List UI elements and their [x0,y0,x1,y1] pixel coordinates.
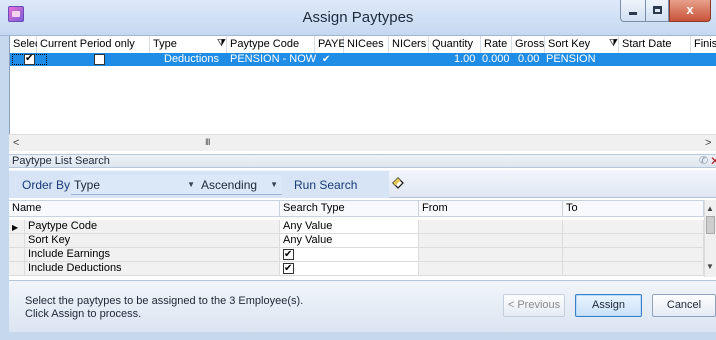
cell-gross: 0.00 [518,53,540,65]
close-panel-icon[interactable]: ✕ [710,155,716,168]
cell-paytype-code: PENSION - NOW [230,53,317,65]
instruction-text: Select the paytypes to be assigned to th… [25,295,304,307]
column-header-gross[interactable]: Gross [512,36,545,53]
criteria-from[interactable] [419,248,563,262]
chevron-down-icon: ▼ [270,180,278,189]
criteria-from[interactable] [419,234,563,248]
column-header-search-type[interactable]: Search Type [280,201,419,217]
column-header-paye[interactable]: PAYE [315,36,346,53]
criteria-search-type[interactable]: Any Value [280,220,419,234]
cell-sort-key: PENSION [546,53,596,65]
row-indicator [9,234,25,248]
column-header-type[interactable]: Type ⧩ [150,36,227,53]
dialog-footer: Select the paytypes to be assigned to th… [9,280,716,332]
filter-icon[interactable]: ⧩ [609,36,618,52]
column-header-rate[interactable]: Rate [481,36,512,53]
row-indicator: ▶ [9,220,25,234]
scroll-up-icon[interactable]: ▲ [706,204,714,213]
criteria-name: Sort Key [25,234,280,248]
criteria-to[interactable] [563,234,704,248]
cell-quantity: 1.00 [454,53,476,65]
column-header-sort-key[interactable]: Sort Key ⧩ [545,36,619,53]
column-header-quantity[interactable]: Quantity [429,36,481,53]
row-indicator [9,248,25,262]
criteria-name: Include Earnings [25,248,280,262]
pin-icon[interactable]: ✆ [699,155,708,168]
run-search-button[interactable]: Run Search [294,178,357,192]
column-header-name[interactable]: Name [9,201,280,217]
order-by-label: Order By [22,178,71,192]
include-deductions-checkbox[interactable] [283,262,294,275]
criteria-to[interactable] [563,220,704,234]
table-row[interactable]: ▶ Paytype Code Any Value [9,220,704,234]
include-earnings-checkbox[interactable] [283,248,294,261]
minimize-icon [629,12,637,15]
scroll-left-icon[interactable]: < [13,137,19,149]
table-row[interactable]: Deductions PENSION - NOW ✔ 1.00 0.000 0.… [10,53,716,66]
sort-direction-select[interactable]: Ascending ▼ [198,175,282,195]
row-indicator [9,262,25,276]
column-header-paytype-code[interactable]: Paytype Code [227,36,315,53]
title-bar: Assign Paytypes x [0,0,716,36]
paye-check-icon: ✔ [322,54,331,65]
toolbar-group: Order By Type ▼ Ascending ▼ Run Search [9,171,404,198]
eraser-icon[interactable] [392,177,404,189]
order-by-select[interactable]: Type ▼ [71,175,199,195]
criteria-from[interactable] [419,220,563,234]
column-header-select[interactable]: Select [10,36,44,53]
filter-icon[interactable]: ⧩ [217,36,226,52]
cell-rate: 0.000 [482,53,510,65]
column-header-finish-date[interactable]: Finish Dat [691,36,716,53]
scrollbar-grip[interactable]: III [205,137,210,147]
search-criteria-grid[interactable]: Name Search Type From To ▶ Paytype Code … [9,200,704,277]
chevron-down-icon: ▼ [187,180,195,189]
column-header-start-date[interactable]: Start Date [619,36,691,53]
criteria-name: Paytype Code [25,220,280,234]
criteria-search-type[interactable]: Any Value [280,234,419,248]
criteria-name: Include Deductions [25,262,280,276]
vertical-scrollbar[interactable]: ▲ ▼ [704,200,716,277]
criteria-to[interactable] [563,262,704,276]
current-row-icon: ▶ [12,223,19,232]
search-panel-title: Paytype List Search [12,155,110,167]
maximize-icon [652,6,662,14]
instruction-text: Click Assign to process. [25,308,142,320]
select-checkbox[interactable] [24,53,35,65]
assign-button[interactable]: Assign [575,294,642,317]
cell-type: Deductions [164,53,220,65]
window-title: Assign Paytypes [302,9,414,26]
column-header-nicers[interactable]: NICers [389,36,429,53]
close-button[interactable]: x [669,0,711,22]
table-row[interactable]: Include Earnings [9,248,704,262]
close-icon: x [686,2,694,17]
minimize-button[interactable] [620,0,646,22]
column-header-from[interactable]: From [419,201,563,217]
column-header-current-period-only[interactable]: Current Period only [37,36,150,53]
criteria-value-cell[interactable] [280,248,419,262]
column-header-to[interactable]: To [563,201,704,217]
window-frame-bottom [0,332,716,340]
table-row[interactable]: Sort Key Any Value [9,234,704,248]
criteria-from[interactable] [419,262,563,276]
scrollbar-thumb[interactable] [706,216,715,234]
search-toolbar: Order By Type ▼ Ascending ▼ Run Search [9,170,716,198]
scroll-right-icon[interactable]: > [705,137,711,149]
window-frame-left [0,36,9,332]
search-panel-header: Paytype List Search ✆ ✕ [9,154,716,168]
cancel-button[interactable]: Cancel [652,294,716,317]
scroll-down-icon[interactable]: ▼ [706,262,714,271]
maximize-button[interactable] [645,0,669,22]
table-row[interactable]: Include Deductions [9,262,704,276]
horizontal-scrollbar[interactable]: < III > [9,134,716,151]
criteria-value-cell[interactable] [280,262,419,276]
previous-button[interactable]: < Previous [503,294,565,317]
current-period-only-checkbox[interactable] [94,54,105,65]
criteria-to[interactable] [563,248,704,262]
column-header-nicees[interactable]: NICees [344,36,389,53]
